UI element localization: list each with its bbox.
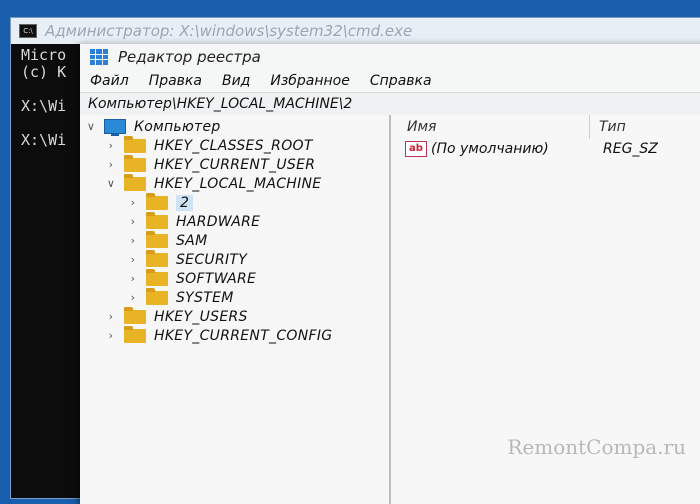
cmd-title: Администратор: X:\windows\system32\cmd.e…	[45, 22, 413, 40]
tree-node-hklm[interactable]: ∨ HKEY_LOCAL_MACHINE	[104, 173, 322, 193]
value-name: (По умолчанию)	[431, 141, 549, 157]
tree-node-hkcr[interactable]: › HKEY_CLASSES_ROOT	[104, 135, 313, 155]
tree-label: HKEY_CLASSES_ROOT	[154, 137, 313, 154]
folder-icon	[146, 287, 168, 305]
column-header-type[interactable]: Тип	[599, 119, 626, 135]
chevron-right-icon[interactable]: ›	[104, 158, 118, 171]
chevron-right-icon[interactable]: ›	[126, 215, 140, 228]
cmd-titlebar[interactable]: C:\ Администратор: X:\windows\system32\c…	[11, 18, 700, 44]
tree-node-computer[interactable]: ∨ Компьютер	[84, 117, 221, 136]
tree-label: HARDWARE	[176, 213, 261, 230]
chevron-right-icon[interactable]: ›	[104, 329, 118, 342]
tree-node-system[interactable]: › SYSTEM	[126, 287, 234, 307]
menu-edit[interactable]: Правка	[149, 73, 202, 89]
watermark: RemontCompa.ru	[507, 435, 686, 459]
tree-label: HKEY_CURRENT_USER	[154, 156, 316, 173]
value-type: REG_SZ	[603, 141, 658, 157]
key-tree[interactable]: ∨ Компьютер › HKEY_CLASSES_ROOT › HKEY_C…	[80, 115, 391, 504]
tree-label: SYSTEM	[176, 289, 234, 306]
tree-label: SAM	[176, 232, 208, 249]
menu-bar: Файл Правка Вид Избранное Справка	[80, 70, 700, 92]
tree-node-hkcc[interactable]: › HKEY_CURRENT_CONFIG	[104, 325, 333, 345]
tree-label: SOFTWARE	[176, 270, 257, 287]
folder-icon	[124, 154, 146, 172]
tree-label: HKEY_LOCAL_MACHINE	[154, 175, 322, 192]
chevron-right-icon[interactable]: ›	[126, 272, 140, 285]
folder-icon	[124, 306, 146, 324]
ab-string-icon: ab	[405, 141, 427, 157]
folder-icon	[146, 192, 168, 210]
tree-label: SECURITY	[176, 251, 248, 268]
folder-icon	[146, 230, 168, 248]
folder-icon	[146, 211, 168, 229]
folder-icon	[146, 249, 168, 267]
menu-view[interactable]: Вид	[222, 73, 250, 89]
chevron-right-icon[interactable]: ›	[126, 234, 140, 247]
chevron-right-icon[interactable]: ›	[104, 310, 118, 323]
chevron-down-icon[interactable]: ∨	[104, 177, 118, 190]
tree-node-hkcu[interactable]: › HKEY_CURRENT_USER	[104, 154, 316, 174]
folder-icon	[124, 135, 146, 153]
console-icon: C:\	[19, 24, 37, 38]
menu-help[interactable]: Справка	[370, 73, 432, 89]
tree-label: HKEY_CURRENT_CONFIG	[154, 327, 333, 344]
folder-icon	[124, 325, 146, 343]
registry-icon	[90, 49, 108, 65]
folder-icon	[124, 173, 146, 191]
window-title: Редактор реестра	[118, 48, 261, 66]
menu-file[interactable]: Файл	[90, 73, 129, 89]
address-bar[interactable]: Компьютер\HKEY_LOCAL_MACHINE\2	[80, 92, 700, 116]
tree-node-hardware[interactable]: › HARDWARE	[126, 211, 261, 231]
computer-icon	[104, 119, 126, 136]
chevron-right-icon[interactable]: ›	[104, 139, 118, 152]
tree-label-selected: 2	[176, 194, 194, 211]
column-header-name[interactable]: Имя	[407, 119, 436, 135]
value-row[interactable]: ab (По умолчанию) REG_SZ	[405, 141, 658, 157]
chevron-right-icon[interactable]: ›	[126, 196, 140, 209]
tree-node-software[interactable]: › SOFTWARE	[126, 268, 257, 288]
tree-node-security[interactable]: › SECURITY	[126, 249, 248, 269]
tree-label: HKEY_USERS	[154, 308, 248, 325]
regedit-titlebar[interactable]: Редактор реестра	[80, 44, 700, 70]
tree-node-hku[interactable]: › HKEY_USERS	[104, 306, 248, 326]
address-path[interactable]: Компьютер\HKEY_LOCAL_MACHINE\2	[88, 96, 352, 112]
chevron-down-icon[interactable]: ∨	[84, 120, 98, 133]
chevron-right-icon[interactable]: ›	[126, 253, 140, 266]
column-divider[interactable]	[589, 115, 590, 139]
chevron-right-icon[interactable]: ›	[126, 291, 140, 304]
folder-icon	[146, 268, 168, 286]
tree-label: Компьютер	[134, 118, 221, 135]
menu-favorites[interactable]: Избранное	[270, 73, 350, 89]
tree-node-2[interactable]: › 2	[126, 192, 194, 212]
tree-node-sam[interactable]: › SAM	[126, 230, 208, 250]
